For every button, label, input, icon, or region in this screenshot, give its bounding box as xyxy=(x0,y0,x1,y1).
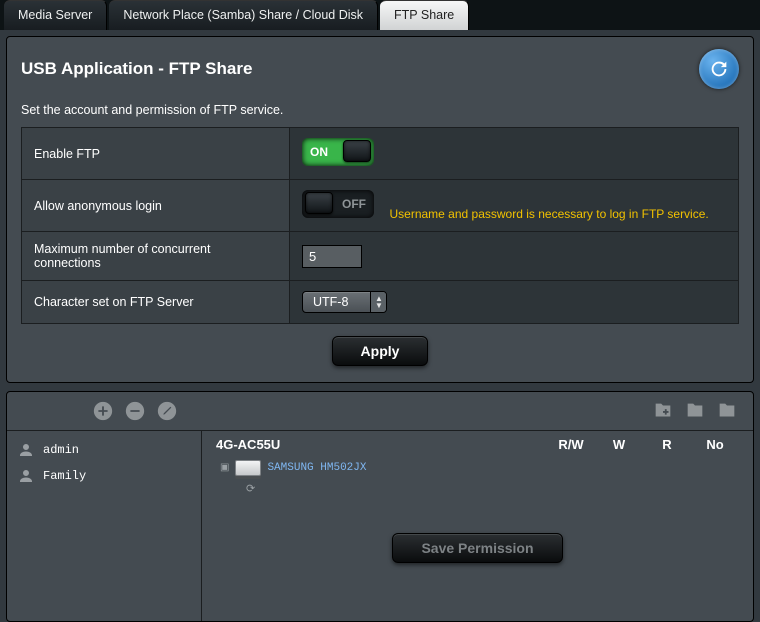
user-admin-label: admin xyxy=(43,443,79,457)
tab-samba-share[interactable]: Network Place (Samba) Share / Cloud Disk xyxy=(109,0,378,30)
add-folder-button[interactable] xyxy=(650,398,676,424)
apply-button[interactable]: Apply xyxy=(332,336,429,366)
user-icon xyxy=(17,467,35,485)
add-user-button[interactable] xyxy=(90,398,116,424)
folder-edit-icon xyxy=(716,400,738,422)
tab-media-server[interactable]: Media Server xyxy=(4,0,107,30)
toggle-on-label: ON xyxy=(310,145,328,159)
share-area: 4G-AC55U R/W W R No ▣ SAMSUNG HM502JX ⟳ … xyxy=(202,431,753,621)
permission-panel: admin Family 4G-AC55U R/W W R No ▣ SAMSU… xyxy=(6,391,754,622)
tab-ftp-share[interactable]: FTP Share xyxy=(380,0,469,30)
toggle-off-label: OFF xyxy=(342,197,366,211)
page-title: USB Application - FTP Share xyxy=(21,59,252,79)
col-rw: R/W xyxy=(547,437,595,452)
user-list: admin Family xyxy=(7,431,202,621)
edit-folder-button[interactable] xyxy=(714,398,740,424)
allow-anon-hint: Username and password is necessary to lo… xyxy=(389,207,708,221)
settings-table: Enable FTP ON Allow anonymous login OFF … xyxy=(21,127,739,324)
folder-plus-icon xyxy=(652,400,674,422)
user-tools xyxy=(87,398,183,424)
remove-user-button[interactable] xyxy=(122,398,148,424)
user-family-label: Family xyxy=(43,469,86,483)
loading-icon: ⟳ xyxy=(246,483,255,495)
remove-folder-button[interactable] xyxy=(682,398,708,424)
panel-header: USB Application - FTP Share xyxy=(21,49,739,89)
col-w: W xyxy=(595,437,643,452)
edit-circle-icon xyxy=(156,400,178,422)
toggle-knob xyxy=(343,140,371,162)
back-arrow-icon xyxy=(708,58,730,80)
max-conn-input[interactable] xyxy=(302,245,362,268)
share-columns: 4G-AC55U R/W W R No xyxy=(216,437,739,454)
user-item-family[interactable]: Family xyxy=(7,463,201,489)
enable-ftp-toggle[interactable]: ON xyxy=(302,138,374,166)
permission-toolbar xyxy=(7,392,753,431)
page-subtitle: Set the account and permission of FTP se… xyxy=(21,103,739,117)
folder-minus-icon xyxy=(684,400,706,422)
tree-collapse-icon[interactable]: ▣ xyxy=(220,462,229,474)
save-permission-button[interactable]: Save Permission xyxy=(392,533,562,563)
apply-row: Apply xyxy=(21,324,739,366)
charset-label: Character set on FTP Server xyxy=(22,281,290,323)
edit-user-button[interactable] xyxy=(154,398,180,424)
col-no: No xyxy=(691,437,739,452)
device-name: 4G-AC55U xyxy=(216,437,547,452)
disk-label: SAMSUNG HM502JX xyxy=(267,462,366,474)
folder-tools xyxy=(647,398,743,424)
charset-value: UTF-8 xyxy=(303,292,370,312)
toggle-knob xyxy=(305,192,333,214)
allow-anon-toggle[interactable]: OFF xyxy=(302,190,374,218)
user-icon xyxy=(17,441,35,459)
disk-icon xyxy=(235,460,261,476)
tree-child: ⟳ xyxy=(246,482,735,495)
select-arrows-icon: ▲▼ xyxy=(370,292,386,312)
allow-anon-label: Allow anonymous login xyxy=(22,180,290,232)
col-r: R xyxy=(643,437,691,452)
permission-body: admin Family 4G-AC55U R/W W R No ▣ SAMSU… xyxy=(7,431,753,621)
charset-select[interactable]: UTF-8 ▲▼ xyxy=(302,291,387,313)
ftp-share-panel: USB Application - FTP Share Set the acco… xyxy=(6,36,754,383)
disk-row[interactable]: ▣ SAMSUNG HM502JX xyxy=(220,460,735,476)
tab-bar: Media Server Network Place (Samba) Share… xyxy=(0,0,760,30)
back-button[interactable] xyxy=(699,49,739,89)
user-item-admin[interactable]: admin xyxy=(7,437,201,463)
plus-circle-icon xyxy=(92,400,114,422)
save-row: Save Permission xyxy=(216,533,739,563)
folder-tree: ▣ SAMSUNG HM502JX ⟳ xyxy=(216,454,739,505)
max-conn-label: Maximum number of concurrent connections xyxy=(22,232,290,281)
minus-circle-icon xyxy=(124,400,146,422)
enable-ftp-label: Enable FTP xyxy=(22,128,290,180)
